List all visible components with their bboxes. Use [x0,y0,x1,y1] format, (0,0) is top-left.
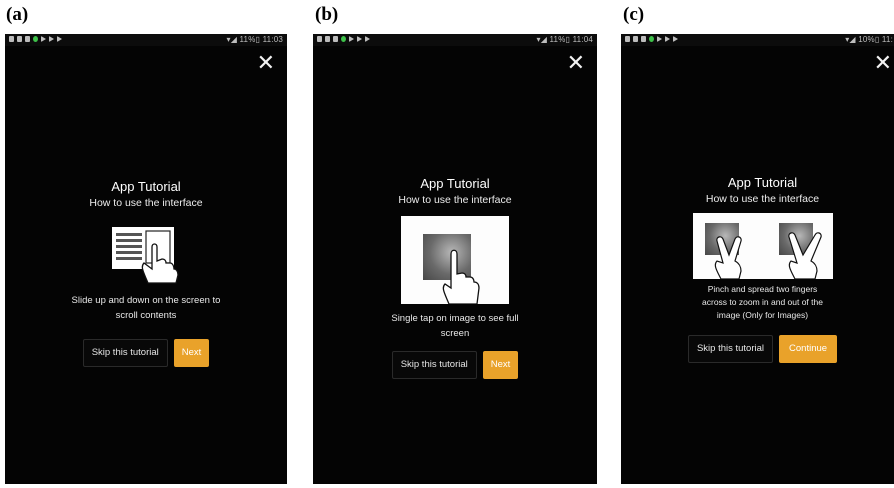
play-icon [357,36,362,42]
play-icon [49,36,54,42]
notification-icon [325,36,330,42]
status-bar: ▾◢ 10%▯ 11: [621,34,894,46]
tutorial-card: App Tutorial How to use the interface Pi… [631,175,894,363]
panel-label-b: (b) [315,4,339,25]
panel-label-c: (c) [623,4,645,25]
status-bar: ▾◢ 11%▯ 11:04 [313,34,597,46]
notification-icon [317,36,322,42]
tutorial-subtitle: How to use the interface [705,193,820,205]
next-button[interactable]: Next [482,351,519,379]
clock: 11:03 [262,35,283,44]
app-status-icon [341,36,346,42]
next-button[interactable]: Next [173,339,210,367]
notification-icon [641,36,646,42]
close-icon[interactable]: ✕ [257,52,275,74]
play-icon [365,36,370,42]
tutorial-description: Pinch and spread two fingers across to z… [631,283,894,322]
notification-icon [9,36,14,42]
tutorial-description: Single tap on image to see full screen [313,311,597,341]
app-status-icon [33,36,38,42]
notification-icon [633,36,638,42]
notification-icon [25,36,30,42]
tutorial-actions: Skip this tutorial Next [313,351,597,379]
play-icon [41,36,46,42]
phone-screen-a: ▾◢ 11%▯ 11:03 ✕ App Tutorial How to use … [5,34,287,484]
skip-tutorial-button[interactable]: Skip this tutorial [82,339,168,367]
description-line: Pinch and spread two fingers [707,284,818,294]
tap-gesture-icon [401,216,509,304]
tutorial-description: Slide up and down on the screen to scrol… [5,293,287,323]
description-line: image (Only for Images) [716,310,809,320]
tutorial-title: App Tutorial [111,179,181,194]
notification-icon [333,36,338,42]
continue-button[interactable]: Continue [779,335,838,363]
signal-battery-icon: ▾◢ 11%▯ [536,35,573,44]
notification-icon [17,36,22,42]
close-icon[interactable]: ✕ [874,52,892,74]
tutorial-actions: Skip this tutorial Continue [631,335,894,363]
description-line: Slide up and down on the screen to [71,295,221,306]
notification-icon [625,36,630,42]
phone-screen-c: ▾◢ 10%▯ 11: ✕ App Tutorial How to use th… [621,34,894,484]
tutorial-subtitle: How to use the interface [398,194,512,206]
play-icon [665,36,670,42]
status-bar: ▾◢ 11%▯ 11:03 [5,34,287,46]
description-line: scroll contents [115,310,177,321]
tutorial-title: App Tutorial [420,176,490,191]
pinch-spread-gesture-icon [692,213,833,279]
scroll-gesture-icon [108,223,184,285]
skip-tutorial-button[interactable]: Skip this tutorial [391,351,477,379]
description-line: screen [440,328,470,339]
notification-icons [625,36,678,42]
panel-label-a: (a) [6,4,29,25]
signal-battery-icon: ▾◢ 11%▯ [226,35,263,44]
play-icon [673,36,678,42]
play-icon [57,36,62,42]
close-icon[interactable]: ✕ [567,52,585,74]
clock: 11: [881,35,893,44]
status-time: ▾◢ 10%▯ 11: [845,35,893,44]
status-time: ▾◢ 11%▯ 11:03 [227,35,283,44]
description-line: Single tap on image to see full [391,313,519,324]
play-icon [349,36,354,42]
tutorial-subtitle: How to use the interface [89,197,203,209]
notification-icons [9,36,62,42]
app-status-icon [649,36,654,42]
phone-screen-b: ▾◢ 11%▯ 11:04 ✕ App Tutorial How to use … [313,34,597,484]
clock: 11:04 [572,35,593,44]
skip-tutorial-button[interactable]: Skip this tutorial [687,335,774,363]
notification-icons [317,36,370,42]
tutorial-title: App Tutorial [727,175,798,190]
tutorial-card: App Tutorial How to use the interface Sl… [5,179,287,367]
tutorial-actions: Skip this tutorial Next [5,339,287,367]
description-line: across to zoom in and out of the [702,297,823,307]
signal-battery-icon: ▾◢ 10%▯ [845,35,882,44]
tutorial-card: App Tutorial How to use the interface Si… [313,176,597,379]
status-time: ▾◢ 11%▯ 11:04 [537,35,593,44]
play-icon [657,36,662,42]
